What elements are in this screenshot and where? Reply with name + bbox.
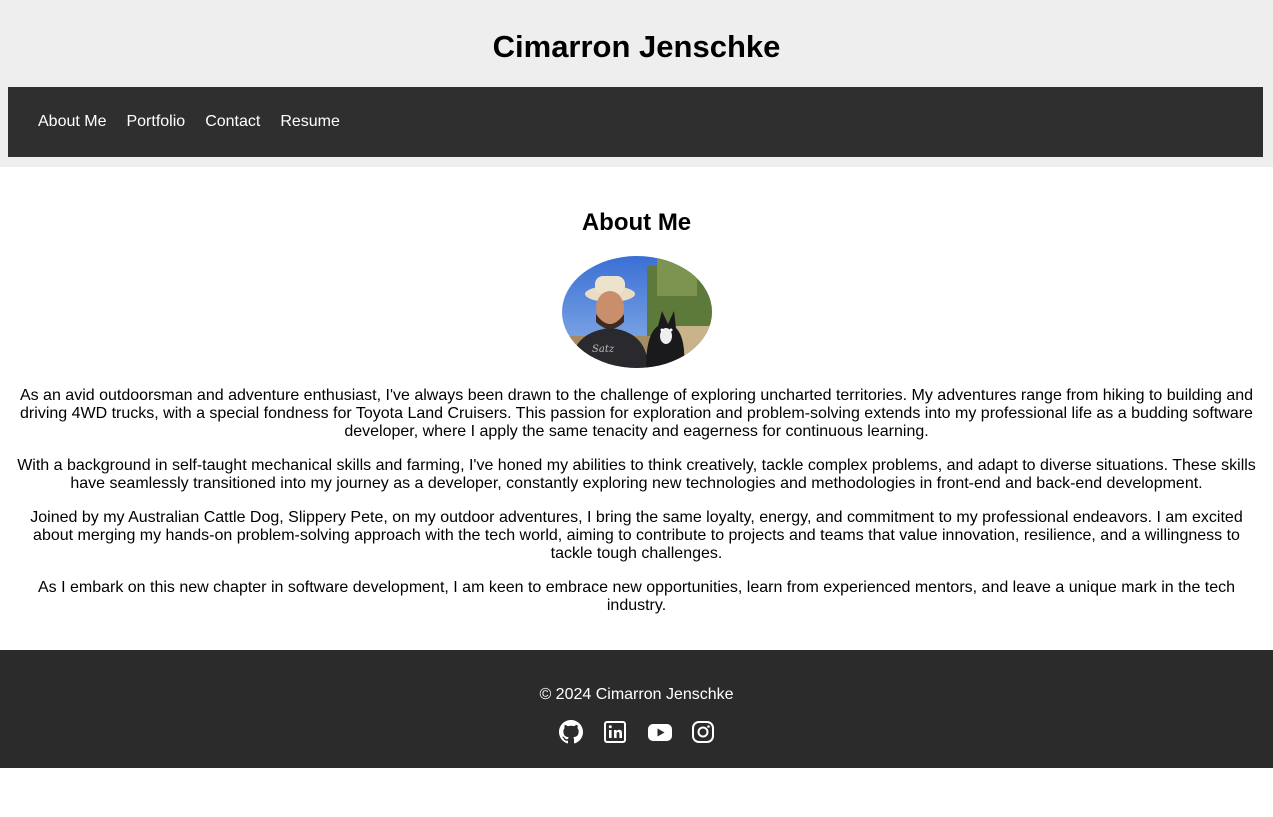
profile-photo: Satz [561, 256, 712, 368]
nav-item-contact[interactable]: Contact [205, 113, 260, 131]
site-header: Cimarron Jenschke About Me Portfolio Con… [0, 0, 1273, 167]
bio-paragraph: With a background in self-taught mechani… [17, 457, 1256, 492]
bio-paragraph: Joined by my Australian Cattle Dog, Slip… [30, 509, 1243, 562]
site-footer: © 2024 Cimarron Jenschke [0, 650, 1273, 768]
nav-item-portfolio[interactable]: Portfolio [126, 113, 185, 131]
nav-item-resume[interactable]: Resume [280, 113, 340, 131]
youtube-icon[interactable] [647, 720, 672, 746]
copyright-text: © 2024 Cimarron Jenschke [539, 686, 734, 703]
github-icon[interactable] [558, 720, 583, 746]
linkedin-icon[interactable] [603, 720, 627, 746]
nav-item-about-me[interactable]: About Me [38, 113, 106, 131]
bio-paragraph: As an avid outdoorsman and adventure ent… [19, 387, 1254, 440]
about-section: About Me Satz As an avid outdoorsman and… [0, 167, 1273, 615]
site-title: Cimarron Jenschke [492, 29, 781, 64]
bio-paragraph: As I embark on this new chapter in softw… [37, 579, 1236, 614]
social-links [0, 720, 1273, 746]
instagram-icon[interactable] [691, 720, 715, 746]
section-title: About Me [581, 209, 692, 236]
bio-text: As an avid outdoorsman and adventure ent… [0, 387, 1273, 615]
main-nav: About Me Portfolio Contact Resume [8, 87, 1263, 157]
svg-text:Satz: Satz [592, 344, 615, 355]
